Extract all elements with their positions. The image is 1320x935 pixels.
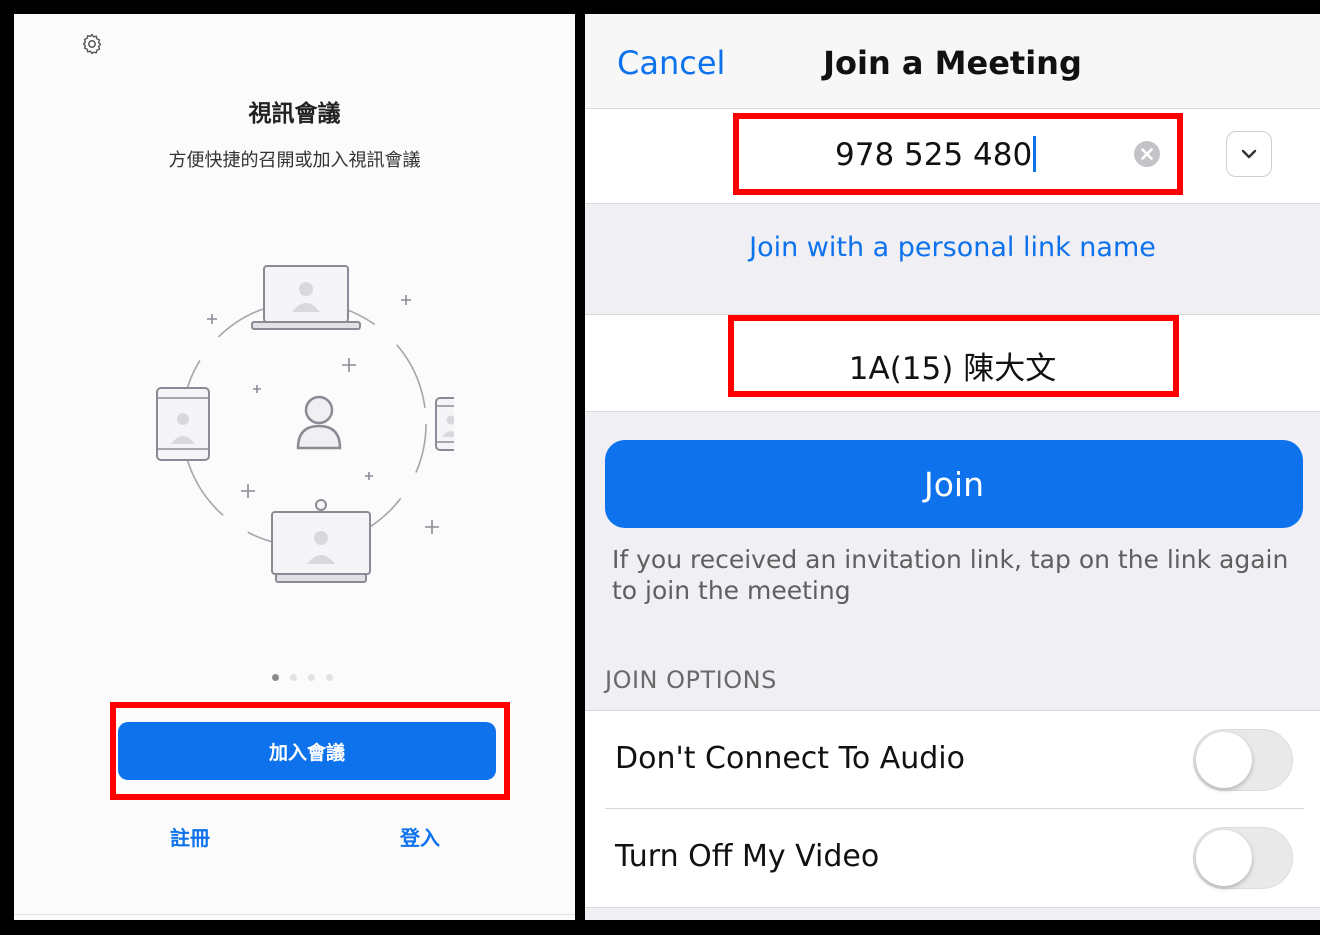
phone-icon [435,397,454,451]
page-dot-active[interactable] [272,674,279,681]
option-label: Turn Off My Video [615,839,880,874]
navigation-bar: Join a Meeting Cancel [585,14,1320,109]
user-icon [296,395,342,450]
turn-off-video-toggle[interactable] [1193,827,1293,889]
page-dot[interactable] [326,674,333,681]
option-row-audio: Don't Connect To Audio [585,711,1320,809]
divider [14,914,575,915]
join-meeting-screen: Join a Meeting Cancel 978 525 480 Join w… [585,14,1320,920]
join-options-header: JOIN OPTIONS [605,666,777,694]
page-dot[interactable] [290,674,297,681]
highlight-box [733,113,1183,195]
settings-gear-icon[interactable] [80,32,104,56]
sign-up-link[interactable]: 註冊 [170,822,210,851]
cancel-button[interactable]: Cancel [617,44,725,82]
meeting-history-dropdown-button[interactable] [1226,131,1272,177]
join-button[interactable]: Join [605,440,1303,528]
personal-link-name-link[interactable]: Join with a personal link name [585,232,1320,263]
room-system-icon [271,499,371,583]
invitation-hint-text: If you received an invitation link, tap … [612,545,1289,605]
toggle-knob [1196,732,1252,788]
pagination-dots [272,674,333,681]
chevron-down-icon [1241,149,1257,159]
sign-in-link[interactable]: 登入 [400,822,440,851]
highlight-box [110,702,510,800]
toggle-knob [1196,830,1252,886]
laptop-icon [251,265,361,330]
option-label: Don't Connect To Audio [615,741,965,776]
option-row-video: Turn Off My Video [585,809,1320,907]
video-conference-illustration [156,265,454,583]
join-options-list: Don't Connect To Audio Turn Off My Video [585,710,1320,908]
page-dot[interactable] [308,674,315,681]
dont-connect-audio-toggle[interactable] [1193,729,1293,791]
zoom-home-screen: 視訊會議 方便快捷的召開或加入視訊會議 加入會議 註冊 登入 [14,14,575,920]
tablet-icon [156,387,210,461]
highlight-box [728,315,1179,397]
page-subtitle: 方便快捷的召開或加入視訊會議 [168,150,421,171]
page-title: 視訊會議 [248,101,341,127]
